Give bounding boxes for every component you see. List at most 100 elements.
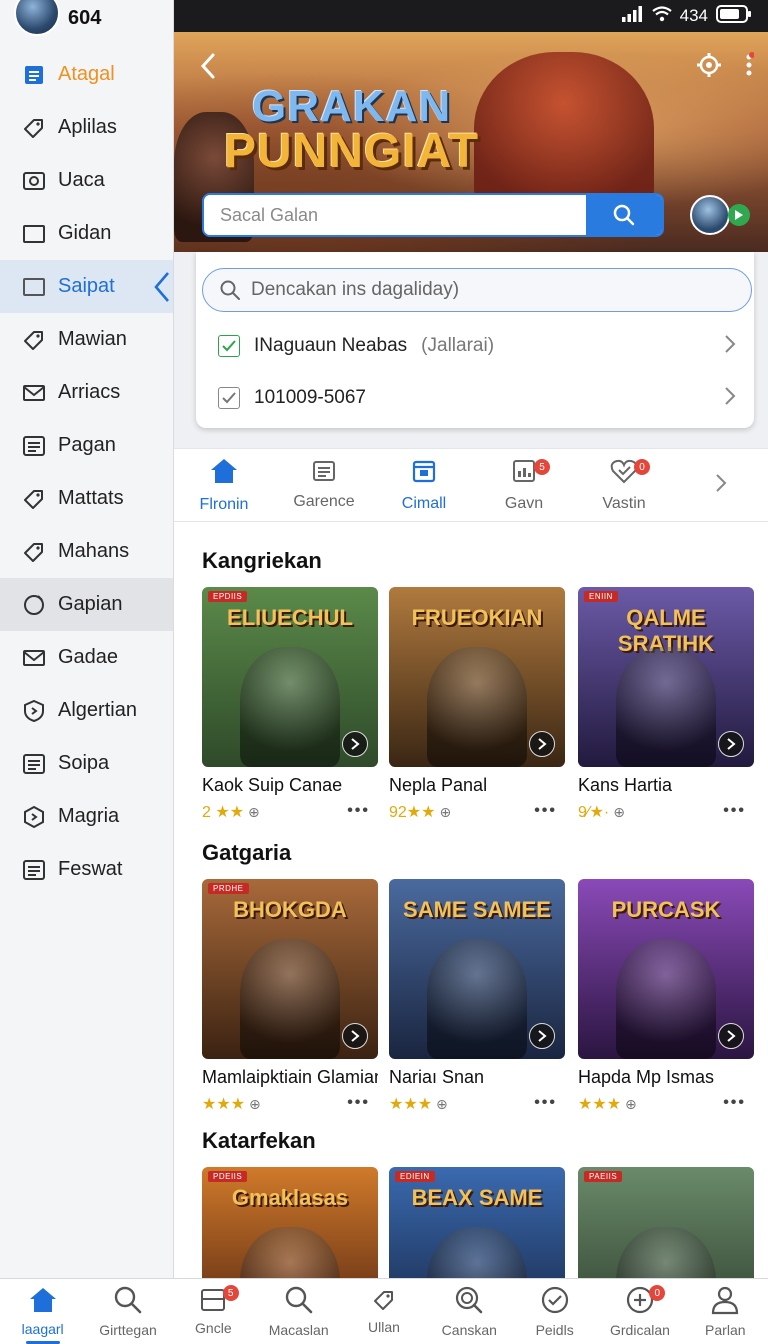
chevron-right-icon[interactable] bbox=[342, 731, 368, 757]
more-vertical-icon[interactable] bbox=[744, 52, 755, 83]
game-thumbnail[interactable]: SAME SAMEE bbox=[389, 879, 565, 1059]
chevron-right-icon bbox=[715, 473, 727, 498]
rating-stars: 92★★ bbox=[389, 804, 436, 821]
tab-label: Garence bbox=[293, 492, 355, 510]
nav-macaslan[interactable]: Macaslan bbox=[256, 1279, 341, 1344]
sidebar-item-gidan[interactable]: Gidan bbox=[0, 207, 173, 260]
section-title: Katarfekan bbox=[202, 1128, 316, 1153]
more-horizontal-icon[interactable]: ••• bbox=[534, 802, 557, 820]
sidebar-item-algertian[interactable]: Algertian bbox=[0, 684, 173, 737]
more-horizontal-icon[interactable]: ••• bbox=[723, 802, 746, 820]
sidebar-item-saipat[interactable]: Saipat bbox=[0, 260, 173, 313]
game-title: Mamlaipktiain Glamian bbox=[202, 1067, 378, 1087]
notification-badge: 0 bbox=[634, 459, 650, 475]
game-meta: 2 ★★ ⊕ ••• bbox=[202, 802, 378, 822]
nav-gncle[interactable]: Gncle 5 bbox=[171, 1279, 256, 1344]
checkbox-checked-icon[interactable] bbox=[218, 335, 240, 357]
sidebar-item-label: Atagal bbox=[58, 63, 115, 85]
battery-icon bbox=[716, 4, 752, 28]
sidebar-item-gadae[interactable]: Gadae bbox=[0, 631, 173, 684]
game-thumbnail[interactable]: EDIEIN BEAX SAME bbox=[389, 1167, 565, 1278]
more-horizontal-icon[interactable]: ••• bbox=[723, 1094, 746, 1112]
sidebar-item-pagan[interactable]: Pagan bbox=[0, 419, 173, 472]
more-horizontal-icon[interactable]: ••• bbox=[347, 1094, 370, 1112]
sidebar-item-uaca[interactable]: Uaca bbox=[0, 154, 173, 207]
chevron-right-icon[interactable] bbox=[718, 1023, 744, 1049]
game-thumbnail[interactable]: EPDIIS ELIUECHUL bbox=[202, 587, 378, 767]
more-horizontal-icon[interactable]: ••• bbox=[534, 1094, 557, 1112]
game-art-character bbox=[616, 1227, 716, 1278]
game-card[interactable]: ENIIN QALME SRATIHK Kans Hartia 9⁄★· ⊕ ••• bbox=[578, 587, 754, 822]
dropdown-option[interactable]: 101009-5067 bbox=[196, 372, 754, 424]
chevron-right-icon[interactable] bbox=[342, 1023, 368, 1049]
sidebar-item-arriacs[interactable]: Arriacs bbox=[0, 366, 173, 419]
nav-label: Girttegan bbox=[99, 1322, 157, 1338]
sidebar-item-label: Soipa bbox=[58, 752, 110, 774]
avatar[interactable] bbox=[14, 0, 60, 36]
game-card[interactable]: FRUEOKIAN Nepla Panal 92★★ ⊕ ••• bbox=[389, 587, 565, 822]
sidebar-item-soipa[interactable]: Soipa bbox=[0, 737, 173, 790]
main-content: Kangriekan EPDIIS ELIUECHUL Kaok Suip Canae… bbox=[174, 522, 768, 1278]
game-thumbnail[interactable]: FRUEOKIAN bbox=[389, 587, 565, 767]
game-tag: EPDIIS bbox=[208, 591, 248, 602]
user-avatar[interactable] bbox=[690, 195, 730, 235]
nav-peidls[interactable]: Peidls bbox=[512, 1279, 597, 1344]
list-icon bbox=[312, 460, 336, 487]
tab-gavn[interactable]: Gavn 5 bbox=[474, 449, 574, 521]
dropdown-search-input[interactable] bbox=[251, 279, 731, 301]
game-meta: ★★★ ⊕ ••• bbox=[202, 1094, 378, 1114]
game-card[interactable]: EPDIIS ELIUECHUL Kaok Suip Canae 2 ★★ ⊕ ••• bbox=[202, 587, 378, 822]
tab-cimall[interactable]: Cimall bbox=[374, 449, 474, 521]
game-card[interactable]: PAEIIS bbox=[578, 1167, 754, 1278]
game-thumbnail[interactable]: PRDHE BHOKGDA bbox=[202, 879, 378, 1059]
shield-icon bbox=[22, 699, 46, 723]
chevron-right-icon[interactable] bbox=[529, 731, 555, 757]
game-art-title: SAME SAMEE bbox=[403, 897, 551, 922]
game-card[interactable]: SAME SAMEE Nariaı Snan ★★★ ⊕ ••• bbox=[389, 879, 565, 1114]
hero-search-input[interactable] bbox=[204, 204, 586, 226]
game-thumbnail[interactable]: ENIIN QALME SRATIHK bbox=[578, 587, 754, 767]
nav-grdicalan[interactable]: Grdicalan 0 bbox=[597, 1279, 682, 1344]
sidebar-item-mattats[interactable]: Mattats bbox=[0, 472, 173, 525]
gear-icon[interactable] bbox=[696, 52, 722, 83]
game-card[interactable]: PRDHE BHOKGDA Mamlaipktiain Glamian ★★★ ⊕ ••• bbox=[202, 879, 378, 1114]
nav-ullan[interactable]: Ullan bbox=[341, 1279, 426, 1344]
sidebar-item-mahans[interactable]: Mahans bbox=[0, 525, 173, 578]
sidebar-item-feswat[interactable]: Feswat bbox=[0, 843, 173, 896]
sidebar-item-aplilas[interactable]: Aplilas bbox=[0, 101, 173, 154]
game-card[interactable]: PDEIIS Gmaklasas bbox=[202, 1167, 378, 1278]
chevron-right-icon[interactable] bbox=[718, 731, 744, 757]
nav-girttegan[interactable]: Girttegan bbox=[85, 1279, 170, 1344]
nav-laagarl[interactable]: laagarl bbox=[0, 1279, 85, 1344]
sidebar-item-gapian[interactable]: Gapian bbox=[0, 578, 173, 631]
sidebar-item-atagal[interactable]: Atagal bbox=[0, 48, 173, 101]
globe-icon: ⊕ bbox=[249, 1095, 261, 1112]
game-thumbnail[interactable]: PDEIIS Gmaklasas bbox=[202, 1167, 378, 1278]
nav-parlan[interactable]: Parlan bbox=[683, 1279, 768, 1344]
game-card[interactable]: EDIEIN BEAX SAME bbox=[389, 1167, 565, 1278]
bottom-navigation: laagarl Girttegan Gncle 5 Macaslan Ullan Cansk… bbox=[0, 1278, 768, 1344]
tab-garence[interactable]: Garence bbox=[274, 449, 374, 521]
sidebar-item-magria[interactable]: Magria bbox=[0, 790, 173, 843]
sidebar-item-label: Aplilas bbox=[58, 116, 117, 138]
globe-icon: ⊕ bbox=[248, 803, 260, 820]
nav-canskan[interactable]: Canskan bbox=[427, 1279, 512, 1344]
tab-vastin[interactable]: Vastin 0 bbox=[574, 449, 674, 521]
game-card[interactable]: PURCASK Hapda Mp Ismas ★★★ ⊕ ••• bbox=[578, 879, 754, 1114]
game-meta: ★★★ ⊕ ••• bbox=[389, 1094, 565, 1114]
checkbox-checked-icon[interactable] bbox=[218, 387, 240, 409]
rating-stars: ★★★ bbox=[578, 1096, 622, 1113]
sidebar-item-label: Arriacs bbox=[58, 381, 121, 403]
sidebar-item-mawian[interactable]: Mawian bbox=[0, 313, 173, 366]
hero-search-button[interactable] bbox=[586, 195, 662, 235]
tabs-next-button[interactable] bbox=[674, 449, 768, 521]
back-arrow-icon[interactable] bbox=[198, 52, 218, 85]
tab-flronin[interactable]: Flronin bbox=[174, 449, 274, 521]
game-thumbnail[interactable]: PURCASK bbox=[578, 879, 754, 1059]
chevron-right-icon[interactable] bbox=[529, 1023, 555, 1049]
more-horizontal-icon[interactable]: ••• bbox=[347, 802, 370, 820]
dropdown-option[interactable]: INaguaun Neabas (Jallarai) bbox=[196, 320, 754, 372]
hero-banner: GRAKAN PUNNGIAT bbox=[174, 32, 768, 252]
game-thumbnail[interactable]: PAEIIS bbox=[578, 1167, 754, 1278]
play-icon[interactable] bbox=[728, 204, 750, 226]
